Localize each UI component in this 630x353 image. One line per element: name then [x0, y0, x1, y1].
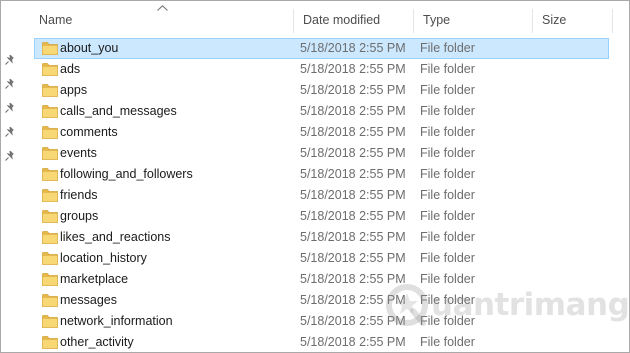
file-row[interactable]: apps 5/18/2018 2:55 PM File folder	[34, 80, 609, 101]
file-name: about_you	[60, 41, 119, 55]
file-row[interactable]: other_activity 5/18/2018 2:55 PM File fo…	[34, 332, 609, 352]
file-row[interactable]: calls_and_messages 5/18/2018 2:55 PM Fil…	[34, 101, 609, 122]
quick-access-pin-rail	[1, 1, 19, 352]
file-name: friends	[60, 188, 98, 202]
file-list: about_you 5/18/2018 2:55 PM File folder …	[34, 38, 609, 352]
date-modified: 5/18/2018 2:55 PM	[300, 335, 406, 349]
file-name: groups	[60, 209, 99, 223]
file-row[interactable]: location_history 5/18/2018 2:55 PM File …	[34, 248, 609, 269]
file-explorer-window: Name Date modified Type Size about_you 5…	[0, 0, 630, 353]
file-name: likes_and_reactions	[60, 230, 171, 244]
date-modified: 5/18/2018 2:55 PM	[300, 146, 406, 160]
file-type: File folder	[420, 209, 475, 223]
file-row[interactable]: network_information 5/18/2018 2:55 PM Fi…	[34, 311, 609, 332]
file-type: File folder	[420, 335, 475, 349]
file-type: File folder	[420, 83, 475, 97]
file-type: File folder	[420, 272, 475, 286]
file-row[interactable]: friends 5/18/2018 2:55 PM File folder	[34, 185, 609, 206]
file-name: events	[60, 146, 97, 160]
folder-icon	[42, 84, 58, 97]
file-type: File folder	[420, 104, 475, 118]
date-modified: 5/18/2018 2:55 PM	[300, 209, 406, 223]
file-type: File folder	[420, 293, 475, 307]
column-header-row: Name Date modified Type Size	[29, 9, 629, 33]
file-row[interactable]: likes_and_reactions 5/18/2018 2:55 PM Fi…	[34, 227, 609, 248]
file-row[interactable]: comments 5/18/2018 2:55 PM File folder	[34, 122, 609, 143]
file-name: other_activity	[60, 335, 134, 349]
date-modified: 5/18/2018 2:55 PM	[300, 41, 406, 55]
file-row[interactable]: following_and_followers 5/18/2018 2:55 P…	[34, 164, 609, 185]
file-type: File folder	[420, 62, 475, 76]
folder-icon	[42, 336, 58, 349]
folder-icon	[42, 126, 58, 139]
file-name: apps	[60, 83, 88, 97]
date-modified: 5/18/2018 2:55 PM	[300, 272, 406, 286]
date-modified: 5/18/2018 2:55 PM	[300, 62, 406, 76]
folder-icon	[42, 63, 58, 76]
folder-icon	[42, 168, 58, 181]
folder-icon	[42, 147, 58, 160]
file-row[interactable]: ads 5/18/2018 2:55 PM File folder	[34, 59, 609, 80]
file-type: File folder	[420, 230, 475, 244]
column-header-date-modified[interactable]: Date modified	[293, 9, 413, 33]
date-modified: 5/18/2018 2:55 PM	[300, 167, 406, 181]
folder-icon	[42, 42, 58, 55]
file-type: File folder	[420, 125, 475, 139]
date-modified: 5/18/2018 2:55 PM	[300, 251, 406, 265]
date-modified: 5/18/2018 2:55 PM	[300, 230, 406, 244]
file-name: calls_and_messages	[60, 104, 177, 118]
date-modified: 5/18/2018 2:55 PM	[300, 104, 406, 118]
folder-icon	[42, 189, 58, 202]
file-type: File folder	[420, 251, 475, 265]
pin-icon[interactable]	[5, 79, 15, 89]
column-header-name[interactable]: Name	[29, 9, 293, 33]
file-name: location_history	[60, 251, 147, 265]
folder-icon	[42, 231, 58, 244]
file-name: marketplace	[60, 272, 129, 286]
folder-icon	[42, 210, 58, 223]
file-type: File folder	[420, 146, 475, 160]
folder-icon	[42, 273, 58, 286]
file-type: File folder	[420, 314, 475, 328]
column-header-type[interactable]: Type	[413, 9, 532, 33]
date-modified: 5/18/2018 2:55 PM	[300, 188, 406, 202]
pin-icon[interactable]	[5, 151, 15, 161]
pin-icon[interactable]	[5, 127, 15, 137]
column-divider[interactable]	[612, 9, 613, 33]
file-row[interactable]: marketplace 5/18/2018 2:55 PM File folde…	[34, 269, 609, 290]
file-row[interactable]: messages 5/18/2018 2:55 PM File folder	[34, 290, 609, 311]
folder-icon	[42, 105, 58, 118]
file-row[interactable]: events 5/18/2018 2:55 PM File folder	[34, 143, 609, 164]
file-name: network_information	[60, 314, 173, 328]
date-modified: 5/18/2018 2:55 PM	[300, 314, 406, 328]
folder-icon	[42, 252, 58, 265]
file-name: messages	[60, 293, 117, 307]
file-type: File folder	[420, 167, 475, 181]
pin-icon[interactable]	[5, 103, 15, 113]
file-name: comments	[60, 125, 118, 139]
folder-icon	[42, 315, 58, 328]
pin-icon[interactable]	[5, 55, 15, 65]
date-modified: 5/18/2018 2:55 PM	[300, 83, 406, 97]
file-type: File folder	[420, 41, 475, 55]
file-row[interactable]: groups 5/18/2018 2:55 PM File folder	[34, 206, 609, 227]
date-modified: 5/18/2018 2:55 PM	[300, 293, 406, 307]
folder-icon	[42, 294, 58, 307]
file-name: following_and_followers	[60, 167, 193, 181]
file-name: ads	[60, 62, 81, 76]
date-modified: 5/18/2018 2:55 PM	[300, 125, 406, 139]
file-type: File folder	[420, 188, 475, 202]
file-row[interactable]: about_you 5/18/2018 2:55 PM File folder	[34, 38, 609, 59]
column-header-size[interactable]: Size	[532, 9, 612, 33]
